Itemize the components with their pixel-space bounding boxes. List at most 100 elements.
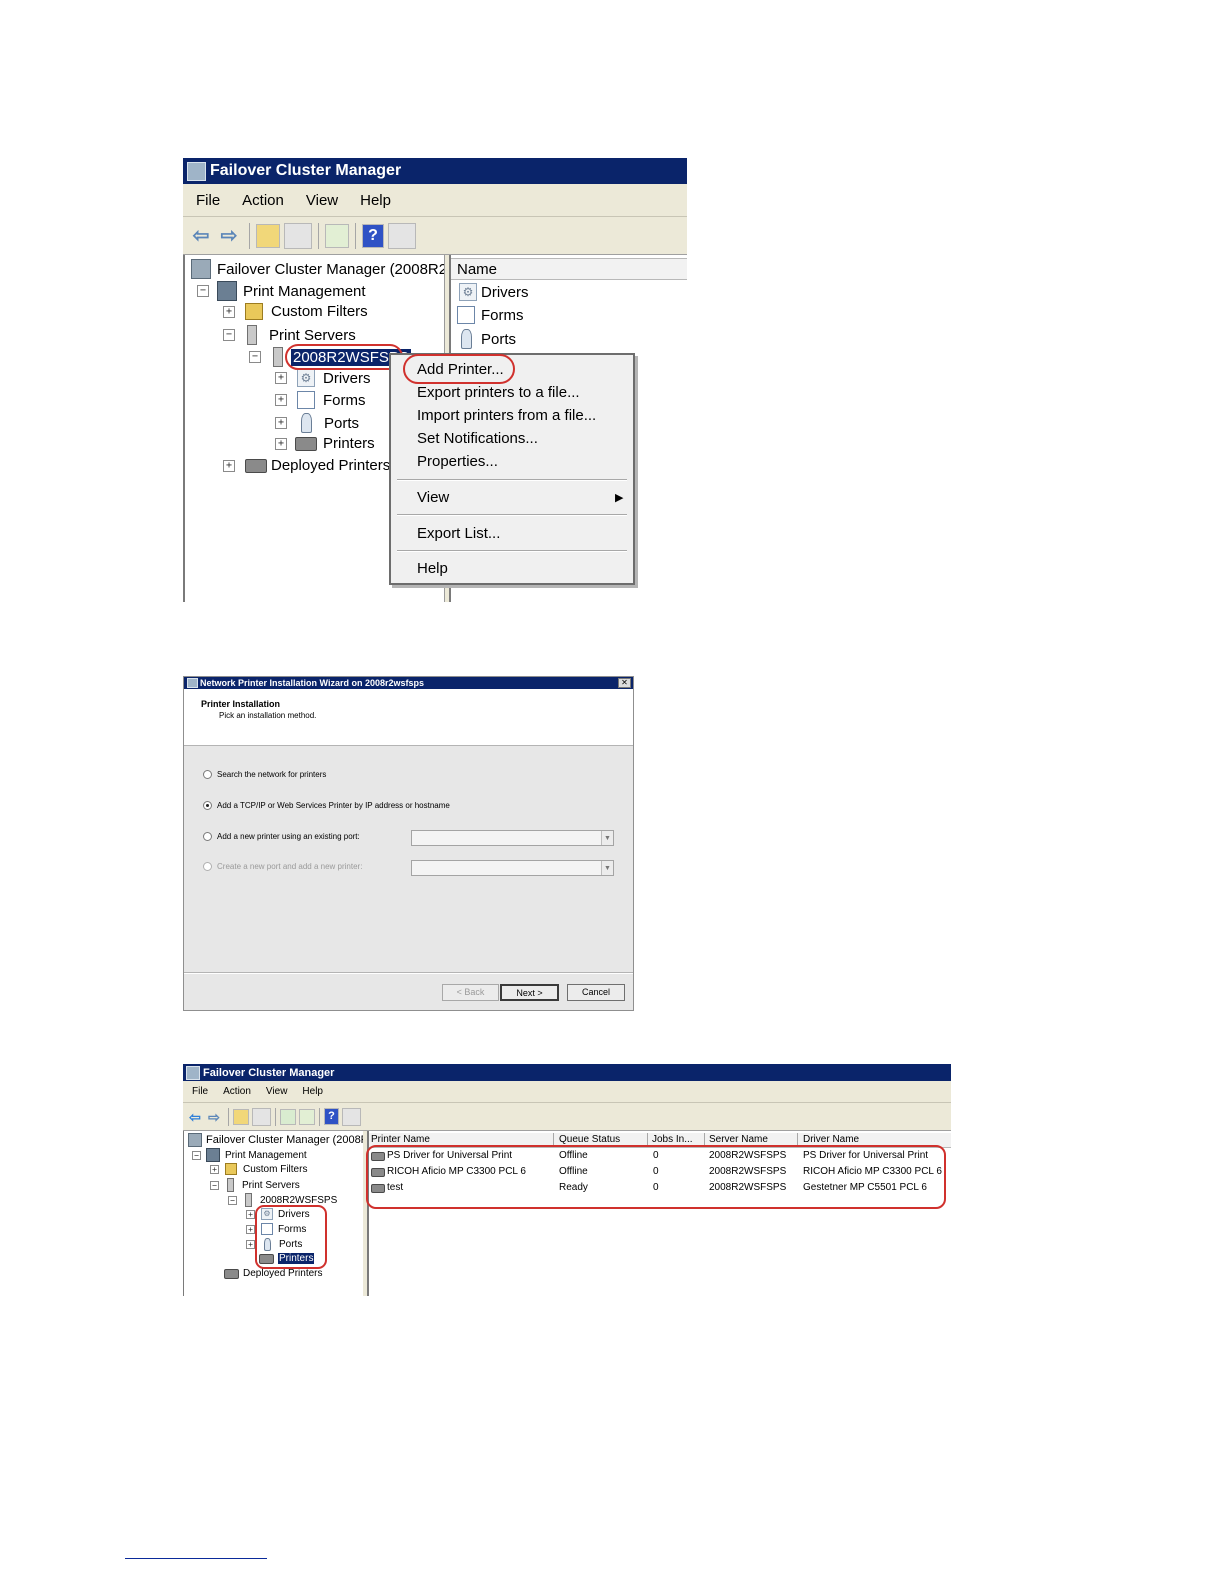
tree-node-deployed-printers[interactable]: + Deployed Printers <box>223 457 390 474</box>
tree-node-print-servers[interactable]: − Print Servers <box>210 1178 300 1192</box>
export-list-icon[interactable] <box>325 223 349 248</box>
tree-node-print-management[interactable]: − Print Management <box>192 1148 307 1162</box>
tree-label: Print Servers <box>269 326 356 344</box>
tree-node-print-servers[interactable]: − Print Servers <box>223 325 356 345</box>
column-header-driver-name[interactable]: Driver Name <box>803 1134 859 1145</box>
option-label: Search the network for printers <box>217 770 327 779</box>
option-tcpip[interactable]: Add a TCP/IP or Web Services Printer by … <box>203 801 450 810</box>
up-folder-icon[interactable] <box>233 1108 249 1125</box>
menu-item-properties[interactable]: Properties... <box>417 453 498 470</box>
column-header-name[interactable]: Name <box>451 258 687 280</box>
wizard-heading: Printer Installation <box>201 699 281 709</box>
up-folder-icon[interactable] <box>256 223 280 248</box>
column-header-queue-status[interactable]: Queue Status <box>559 1134 620 1145</box>
expand-icon[interactable]: + <box>275 437 287 450</box>
option-existing-port[interactable]: Add a new printer using an existing port… <box>203 832 360 841</box>
expand-icon[interactable]: + <box>275 394 287 406</box>
tree-node-forms[interactable]: + Forms <box>275 391 366 409</box>
tree-label: Print Management <box>225 1149 307 1161</box>
radio-button[interactable] <box>203 770 212 779</box>
menu-view[interactable]: View <box>306 192 338 209</box>
menu-help[interactable]: Help <box>302 1086 323 1097</box>
expand-icon[interactable]: + <box>246 1209 255 1219</box>
show-action-pane-icon[interactable] <box>388 222 416 249</box>
tree-node-print-management[interactable]: − Print Management <box>197 281 366 301</box>
expand-icon[interactable]: + <box>223 305 235 318</box>
menu-separator <box>397 479 627 481</box>
option-search-network[interactable]: Search the network for printers <box>203 770 326 779</box>
menu-item-import-printers[interactable]: Import printers from a file... <box>417 407 596 424</box>
back-arrow-icon[interactable]: ⇦ <box>189 225 213 247</box>
menu-item-view[interactable]: View <box>417 489 449 506</box>
list-item-label: Forms <box>481 306 524 324</box>
menu-item-export-printers[interactable]: Export printers to a file... <box>417 384 580 401</box>
menu-file[interactable]: File <box>196 192 220 209</box>
next-button[interactable]: Next > <box>500 984 559 1001</box>
column-header-jobs[interactable]: Jobs In... <box>652 1134 693 1145</box>
collapse-icon[interactable]: − <box>228 1195 237 1205</box>
list-item[interactable]: Forms <box>457 306 524 324</box>
tree-node-deployed-printers[interactable]: Deployed Printers <box>224 1268 322 1279</box>
expand-icon[interactable]: + <box>223 459 235 472</box>
cancel-button[interactable]: Cancel <box>567 984 625 1001</box>
show-hide-tree-icon[interactable] <box>284 222 312 249</box>
context-menu: Add Printer... Export printers to a file… <box>389 353 635 585</box>
column-header-printer-name[interactable]: Printer Name <box>371 1134 430 1145</box>
export-list-icon[interactable] <box>299 1108 315 1125</box>
expand-icon[interactable]: + <box>246 1240 255 1249</box>
back-button[interactable]: < Back <box>442 984 499 1001</box>
chevron-down-icon[interactable]: ▼ <box>601 831 613 845</box>
collapse-icon[interactable]: − <box>249 351 261 363</box>
forward-arrow-icon[interactable]: ⇨ <box>217 225 241 247</box>
print-management-icon <box>217 281 237 301</box>
tree-node-printers[interactable]: + Printers <box>275 435 375 452</box>
expand-icon[interactable]: + <box>275 372 287 384</box>
tree-node-root[interactable]: Failover Cluster Manager (2008R2 <box>191 259 444 279</box>
expand-icon[interactable]: + <box>275 417 287 429</box>
help-icon[interactable]: ? <box>362 223 384 248</box>
menu-help[interactable]: Help <box>360 192 391 209</box>
show-hide-tree-icon[interactable] <box>252 1107 271 1126</box>
list-item[interactable]: ⚙ Drivers <box>459 283 529 301</box>
window-title-bar: Failover Cluster Manager <box>183 158 687 184</box>
tree-node-custom-filters[interactable]: + Custom Filters <box>210 1163 307 1175</box>
collapse-icon[interactable]: − <box>223 329 235 341</box>
collapse-icon[interactable]: − <box>192 1150 201 1160</box>
close-icon[interactable]: ✕ <box>618 678 631 688</box>
collapse-icon[interactable]: − <box>197 285 209 297</box>
menu-item-help[interactable]: Help <box>417 560 448 577</box>
toolbar-separator <box>228 1107 229 1126</box>
menu-file[interactable]: File <box>192 1086 208 1097</box>
toolbar-separator <box>355 222 356 249</box>
radio-button-selected[interactable] <box>203 801 212 810</box>
new-port-select[interactable]: ▼ <box>411 860 614 876</box>
existing-port-select[interactable]: ▼ <box>411 830 614 846</box>
collapse-icon[interactable]: − <box>210 1180 219 1190</box>
column-header-server-name[interactable]: Server Name <box>709 1134 768 1145</box>
radio-button[interactable] <box>203 832 212 841</box>
window-title: Failover Cluster Manager <box>210 162 402 179</box>
refresh-icon[interactable] <box>280 1108 296 1125</box>
expand-icon[interactable]: + <box>210 1164 219 1174</box>
fcm-window-1: Failover Cluster Manager File Action Vie… <box>183 158 687 602</box>
menu-item-set-notifications[interactable]: Set Notifications... <box>417 430 538 447</box>
radio-button[interactable] <box>203 862 212 871</box>
chevron-down-icon[interactable]: ▼ <box>601 861 613 875</box>
option-new-port[interactable]: Create a new port and add a new printer: <box>203 862 362 871</box>
tree-node-drivers[interactable]: + ⚙ Drivers <box>275 369 371 387</box>
expand-icon[interactable]: + <box>246 1224 255 1234</box>
menu-view[interactable]: View <box>266 1086 288 1097</box>
printer-install-wizard: Network Printer Installation Wizard on 2… <box>183 676 634 1011</box>
menu-action[interactable]: Action <box>223 1086 251 1097</box>
help-icon[interactable]: ? <box>324 1108 339 1125</box>
back-arrow-icon[interactable]: ⇦ <box>187 1109 203 1125</box>
tree-node-custom-filters[interactable]: + Custom Filters <box>223 303 368 320</box>
menu-action[interactable]: Action <box>242 192 284 209</box>
show-action-pane-icon[interactable] <box>342 1107 361 1126</box>
list-item[interactable]: Ports <box>461 329 516 349</box>
tree-label: Deployed Printers <box>243 1268 323 1279</box>
tree-node-root[interactable]: Failover Cluster Manager (2008R2 <box>188 1133 363 1147</box>
tree-node-ports[interactable]: + Ports <box>275 413 359 433</box>
forward-arrow-icon[interactable]: ⇨ <box>206 1109 222 1125</box>
menu-item-export-list[interactable]: Export List... <box>417 525 500 542</box>
